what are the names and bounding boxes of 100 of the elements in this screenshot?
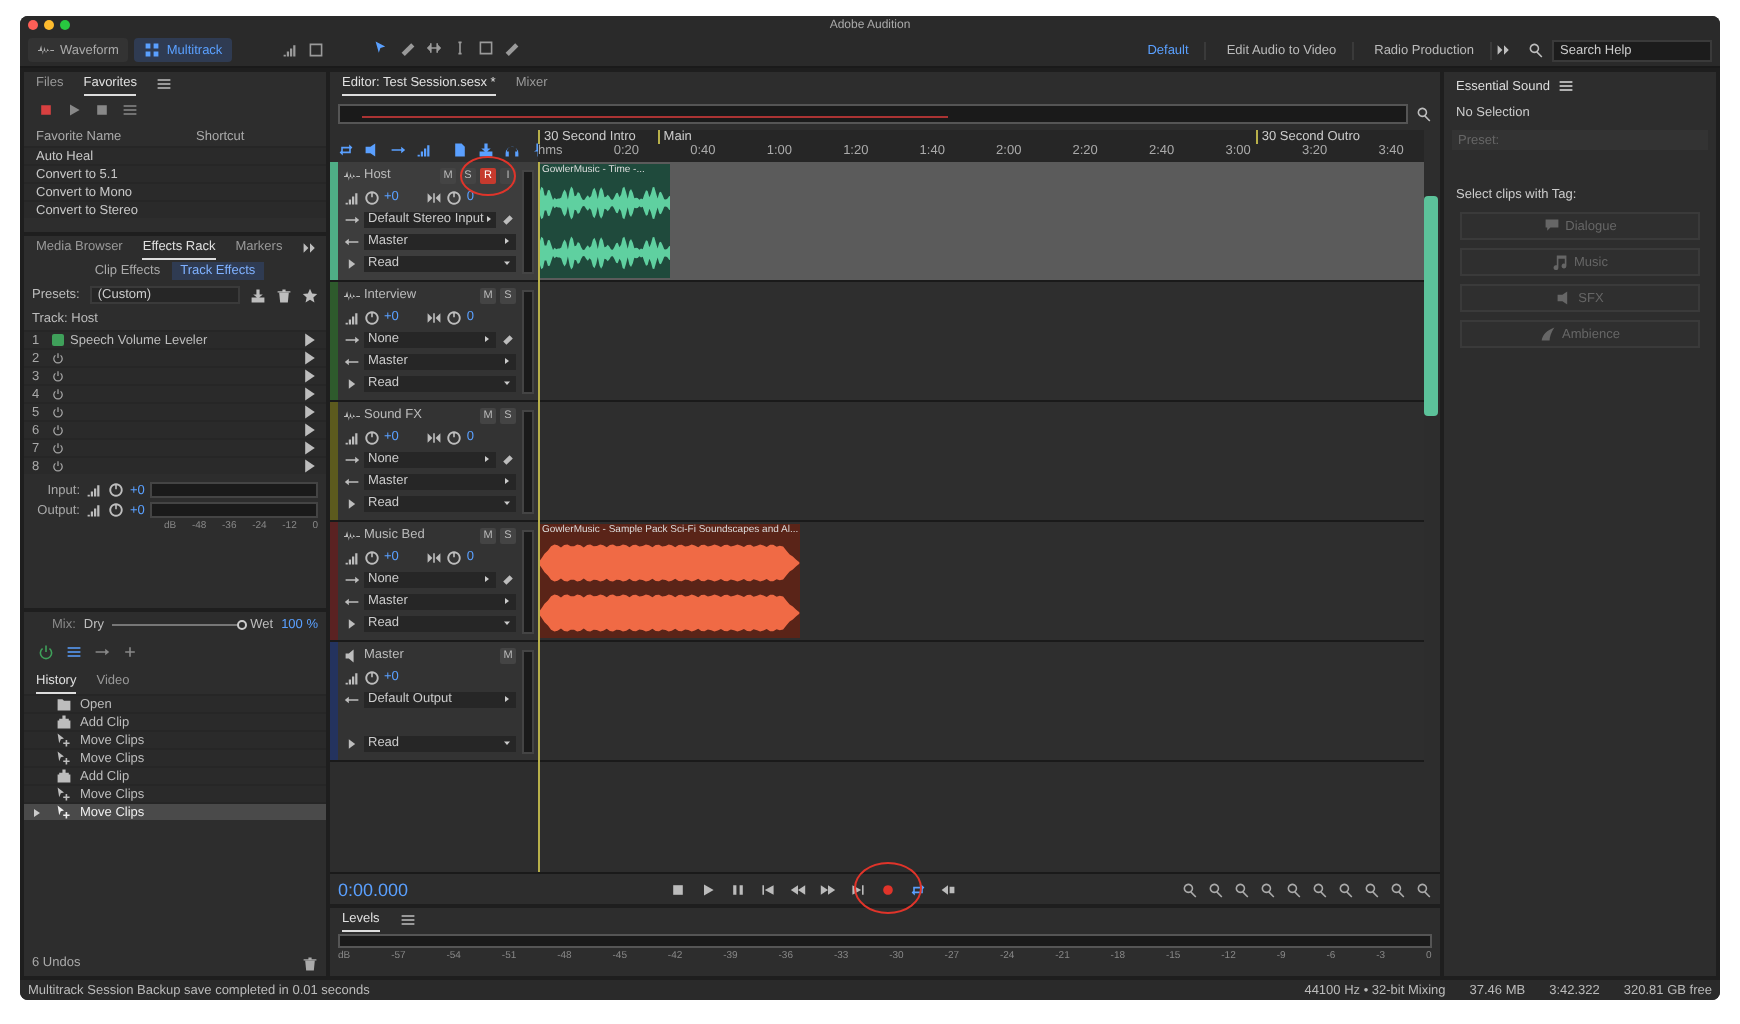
marquee-icon[interactable]: [478, 40, 495, 56]
forward-icon[interactable]: [820, 881, 836, 897]
volume-icon: [344, 549, 360, 565]
menu-icon[interactable]: [156, 76, 173, 92]
menu-icon[interactable]: [1557, 78, 1574, 94]
volume-knob[interactable]: [364, 429, 380, 445]
volume-knob[interactable]: [364, 669, 380, 685]
zoom-icon[interactable]: [1416, 105, 1432, 121]
pan-knob[interactable]: [446, 429, 463, 445]
volume-icon: [344, 189, 360, 205]
list-icon[interactable]: [122, 102, 138, 118]
zoom-icon[interactable]: [1260, 881, 1276, 897]
volume-knob[interactable]: [364, 189, 380, 205]
time-display: 0:00.000: [338, 879, 411, 899]
chevron-icon: [482, 574, 492, 584]
arrow-right-icon: [344, 451, 360, 467]
pan-knob[interactable]: [446, 309, 463, 325]
chevron-icon: [344, 495, 360, 511]
stop-icon[interactable]: [670, 881, 686, 897]
delete-icon[interactable]: [302, 956, 318, 972]
caret-icon: [502, 738, 512, 748]
record-icon[interactable]: [880, 881, 896, 897]
volume-knob[interactable]: [364, 549, 380, 565]
add-icon: [56, 714, 72, 730]
scrollbar-thumb[interactable]: [1424, 196, 1438, 416]
save-icon[interactable]: [250, 287, 266, 303]
loop-icon[interactable]: [338, 142, 354, 158]
pause-icon[interactable]: [730, 881, 746, 897]
stop-icon[interactable]: [94, 102, 110, 118]
waveform-icon: [38, 42, 54, 58]
current-state-icon: [32, 807, 42, 817]
power-icon[interactable]: [52, 460, 64, 472]
zoom-icon[interactable]: [1286, 881, 1302, 897]
volume-icon: [344, 309, 360, 325]
zoom-icon[interactable]: [1182, 881, 1198, 897]
save-icon[interactable]: [478, 142, 494, 158]
add-icon: [56, 768, 72, 784]
pan-knob[interactable]: [446, 549, 463, 565]
record-icon[interactable]: [38, 102, 54, 118]
volume-knob[interactable]: [364, 309, 380, 325]
chevron-icon: [482, 454, 492, 464]
slider-thumb[interactable]: [237, 619, 248, 629]
eq-icon[interactable]: [416, 142, 432, 158]
power-on-icon[interactable]: [52, 334, 64, 346]
rewind-icon[interactable]: [790, 881, 806, 897]
power-icon[interactable]: [52, 424, 64, 436]
to-start-icon[interactable]: [760, 881, 776, 897]
ambience-icon: [1540, 326, 1557, 342]
meter-icon[interactable]: [282, 42, 299, 58]
maximize-button[interactable]: [60, 20, 70, 30]
chevron-icon: [344, 615, 360, 631]
pan-knob[interactable]: [446, 189, 463, 205]
output-knob[interactable]: [108, 502, 124, 518]
zoom-icon[interactable]: [1416, 881, 1432, 897]
zoom-icon[interactable]: [1364, 881, 1380, 897]
search-icon: [1528, 42, 1544, 58]
power-icon[interactable]: [38, 644, 54, 660]
routing-icon[interactable]: [94, 644, 110, 660]
track-meter: [522, 170, 534, 274]
list-icon[interactable]: [66, 644, 82, 660]
speaker-icon: [344, 647, 360, 663]
waveform-icon: [344, 167, 360, 183]
overflow-icon[interactable]: [1496, 42, 1512, 58]
caret-icon: [502, 378, 512, 388]
chevron-icon: [483, 214, 494, 224]
overflow-icon[interactable]: [302, 240, 319, 256]
power-icon[interactable]: [52, 442, 64, 454]
delete-icon[interactable]: [276, 287, 292, 303]
play-icon[interactable]: [66, 102, 82, 118]
close-button[interactable]: [28, 20, 38, 30]
volume-icon: [344, 429, 360, 445]
zoom-icon[interactable]: [1338, 881, 1354, 897]
zoom-icon[interactable]: [1208, 881, 1224, 897]
arrow-right-icon: [344, 331, 360, 347]
loop-icon[interactable]: [910, 881, 926, 897]
power-icon[interactable]: [52, 406, 64, 418]
menu-icon[interactable]: [399, 912, 416, 928]
caret-icon: [502, 618, 512, 628]
input-knob[interactable]: [108, 482, 124, 498]
waveform-icon: [344, 527, 360, 543]
pan-icon: [426, 189, 443, 205]
send-icon[interactable]: [390, 142, 406, 158]
to-end-icon[interactable]: [850, 881, 866, 897]
plus-icon[interactable]: [122, 644, 138, 660]
chevron-icon: [482, 334, 492, 344]
play-icon[interactable]: [700, 881, 716, 897]
chevron-icon: [502, 694, 512, 704]
arrow-left-icon: [344, 593, 360, 609]
power-icon[interactable]: [52, 370, 64, 382]
slip-tool-icon[interactable]: [426, 40, 443, 56]
zoom-icon[interactable]: [1234, 881, 1250, 897]
power-icon[interactable]: [52, 352, 64, 364]
zoom-icon[interactable]: [1312, 881, 1328, 897]
arrow-left-icon: [344, 353, 360, 369]
minimize-button[interactable]: [44, 20, 54, 30]
power-icon[interactable]: [52, 388, 64, 400]
sfx-icon: [1556, 290, 1573, 306]
zoom-icon[interactable]: [1390, 881, 1406, 897]
star-icon[interactable]: [302, 287, 318, 303]
move-tool-icon[interactable]: [374, 40, 391, 56]
